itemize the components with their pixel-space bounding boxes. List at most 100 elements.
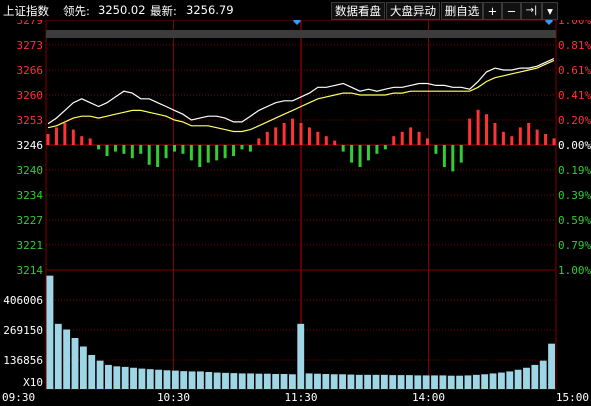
volume-bar	[548, 343, 555, 389]
volume-bar	[330, 374, 338, 389]
axis-labels: 3279 1.00%3273 0.81%3266 0.61%3260 0.41%3253…	[2, 14, 591, 404]
latest-value: 3256.79	[186, 3, 234, 17]
price-axis-label: 3253	[17, 114, 44, 127]
breadth-bar	[274, 127, 278, 145]
volume-bar	[121, 366, 129, 389]
volume-axis-label: 269150	[3, 324, 43, 337]
volume-bar	[155, 369, 163, 389]
volume-bar	[146, 369, 154, 389]
chevron-down-icon: ▾	[547, 4, 553, 18]
percent-axis-label: 0.00%	[558, 139, 591, 152]
volume-bar	[322, 373, 330, 389]
plus-icon: +	[487, 4, 498, 18]
price-axis-label: 3260	[17, 89, 44, 102]
breadth-bar	[240, 145, 244, 150]
breadth-bar	[181, 145, 185, 154]
volume-bar	[247, 373, 255, 389]
delete-watchlist-button[interactable]: 删自选	[441, 2, 483, 20]
breadth-bar	[400, 131, 404, 145]
volume-bar	[96, 360, 104, 389]
market-alert-button[interactable]: 大盘异动	[386, 2, 440, 20]
volume-bar	[397, 375, 405, 389]
zoom-in-button[interactable]: +	[483, 2, 502, 20]
volume-bar	[339, 374, 346, 389]
breadth-bar	[105, 145, 109, 156]
breadth-bar	[130, 145, 134, 159]
breadth-bar	[189, 145, 193, 161]
percent-axis-label: 0.79%	[558, 239, 591, 252]
volume-axis-label: 136856	[3, 354, 43, 367]
percent-axis-label: 0.39%	[558, 189, 591, 202]
volume-bar	[196, 371, 204, 389]
volume-bar	[456, 375, 464, 389]
index-name: 上证指数	[3, 4, 49, 18]
breadth-bar	[324, 136, 328, 145]
minus-icon: −	[506, 4, 517, 18]
percent-axis-label: 0.81%	[558, 39, 591, 52]
breadth-bar	[442, 145, 446, 167]
zoom-out-button[interactable]: −	[502, 2, 521, 20]
volume-bar	[472, 374, 480, 389]
volume-bar	[406, 375, 413, 389]
time-axis-label: 11:30	[284, 391, 317, 404]
volume-bar	[63, 329, 71, 389]
volume-bar	[255, 373, 263, 389]
breadth-bar	[476, 109, 480, 145]
volume-bar	[347, 374, 355, 389]
volume-bar	[539, 360, 547, 389]
volume-bar	[54, 323, 62, 389]
jump-end-button[interactable]: →|	[521, 2, 542, 20]
breadth-bar	[97, 145, 101, 150]
percent-axis-label: 0.59%	[558, 214, 591, 227]
volume-bar	[113, 366, 121, 389]
volume-bar	[523, 367, 530, 389]
breadth-bar	[215, 145, 219, 161]
breadth-bar	[316, 131, 320, 145]
price-axis-label: 3227	[17, 214, 44, 227]
breadth-bar	[223, 145, 227, 159]
breadth-bar	[527, 123, 531, 145]
volume-bar	[130, 367, 137, 389]
volume-bar	[414, 375, 422, 389]
breadth-bar	[282, 123, 286, 145]
breadth-bar	[510, 136, 514, 145]
price-axis-label: 3221	[17, 239, 44, 252]
volume-bar	[447, 375, 455, 389]
volume-bar	[280, 373, 288, 389]
breadth-bar	[375, 145, 379, 154]
volume-bar	[180, 371, 188, 389]
data-view-button[interactable]: 数据看盘	[331, 2, 385, 20]
volume-bar	[205, 372, 213, 389]
volume-bar	[79, 346, 87, 389]
breadth-bar	[198, 145, 202, 167]
breadth-bar	[113, 145, 117, 152]
time-axis-label: 14:00	[412, 391, 445, 404]
breadth-bar	[552, 138, 556, 145]
volume-bar	[222, 372, 229, 389]
price-axis-label: 3240	[17, 164, 44, 177]
breadth-bar	[291, 118, 295, 145]
volume-bar	[88, 355, 96, 389]
volume-bar	[422, 375, 430, 389]
breadth-bar	[535, 129, 539, 145]
dropdown-button[interactable]: ▾	[542, 2, 558, 20]
jump-to-end-icon: →|	[525, 5, 538, 16]
breadth-bar	[459, 145, 463, 163]
breadth-bar	[257, 138, 261, 145]
breadth-bar	[232, 145, 236, 156]
volume-bar	[171, 370, 179, 389]
price-axis-label: 3234	[17, 189, 44, 202]
breadth-bar	[409, 127, 413, 145]
breadth-bar	[501, 131, 505, 145]
volume-bar	[238, 373, 246, 389]
intraday-chart[interactable]: 3279 1.00%3273 0.81%3266 0.61%3260 0.41%3253…	[0, 0, 591, 406]
chart-toolbar: 上证指数 领先: 3250.02 最新: 3256.79 数据看盘 大盘异动 删…	[0, 0, 591, 20]
volume-bar	[71, 338, 79, 389]
breadth-bar	[544, 134, 548, 145]
volume-bar	[263, 373, 271, 389]
breadth-bar	[248, 145, 252, 152]
volume-bar	[431, 375, 438, 389]
breadth-bar	[341, 145, 345, 152]
scroll-track[interactable]	[46, 30, 556, 38]
breadth-bar	[451, 145, 455, 172]
